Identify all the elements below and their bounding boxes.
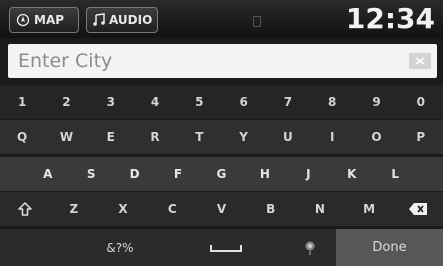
city-search-input[interactable]	[8, 44, 437, 78]
voice-key[interactable]	[284, 229, 336, 266]
key-9[interactable]: 9	[354, 85, 398, 119]
function-row: &?% Done	[0, 229, 443, 266]
key-l[interactable]: L	[374, 157, 417, 191]
clear-input-button[interactable]	[409, 53, 431, 69]
key-n[interactable]: N	[295, 192, 344, 226]
key-m[interactable]: M	[345, 192, 394, 226]
key-7[interactable]: 7	[266, 85, 310, 119]
music-note-icon	[93, 13, 105, 27]
phone-status-icon	[253, 16, 261, 27]
key-a[interactable]: A	[26, 157, 69, 191]
map-button[interactable]: MAP	[9, 7, 79, 33]
key-y[interactable]: Y	[221, 120, 265, 154]
space-icon	[210, 244, 242, 252]
status-bar: MAP AUDIO 12:34	[0, 0, 443, 38]
space-key[interactable]	[168, 229, 284, 266]
key-8[interactable]: 8	[310, 85, 354, 119]
clock: 12:34	[345, 2, 435, 35]
done-button[interactable]: Done	[336, 229, 443, 266]
key-r[interactable]: R	[133, 120, 177, 154]
key-e[interactable]: E	[89, 120, 133, 154]
key-c[interactable]: C	[148, 192, 197, 226]
key-o[interactable]: O	[354, 120, 398, 154]
key-d[interactable]: D	[113, 157, 156, 191]
number-row: 1 2 3 4 5 6 7 8 9 0	[0, 85, 443, 119]
key-s[interactable]: S	[69, 157, 112, 191]
key-3[interactable]: 3	[89, 85, 133, 119]
key-q[interactable]: Q	[0, 120, 44, 154]
key-1[interactable]: 1	[0, 85, 44, 119]
key-z[interactable]: Z	[49, 192, 98, 226]
key-k[interactable]: K	[330, 157, 373, 191]
key-i[interactable]: I	[310, 120, 354, 154]
key-g[interactable]: G	[200, 157, 243, 191]
backspace-icon	[409, 203, 428, 215]
key-6[interactable]: 6	[221, 85, 265, 119]
shift-icon	[17, 202, 32, 216]
audio-label: AUDIO	[109, 13, 153, 27]
key-w[interactable]: W	[44, 120, 88, 154]
key-5[interactable]: 5	[177, 85, 221, 119]
key-2[interactable]: 2	[44, 85, 88, 119]
key-x[interactable]: X	[98, 192, 147, 226]
key-v[interactable]: V	[197, 192, 246, 226]
key-t[interactable]: T	[177, 120, 221, 154]
key-0[interactable]: 0	[399, 85, 443, 119]
onscreen-keyboard: 1 2 3 4 5 6 7 8 9 0 Q W E R T Y U I O P …	[0, 85, 443, 266]
symbols-key[interactable]: &?%	[72, 229, 168, 266]
key-u[interactable]: U	[266, 120, 310, 154]
key-f[interactable]: F	[156, 157, 199, 191]
key-4[interactable]: 4	[133, 85, 177, 119]
backspace-key[interactable]	[394, 192, 443, 226]
compass-icon	[16, 13, 30, 27]
shift-key[interactable]	[0, 192, 49, 226]
key-j[interactable]: J	[287, 157, 330, 191]
voice-icon	[305, 241, 315, 255]
home-row: A S D F G H J K L	[0, 157, 443, 191]
keyboard-mode-key[interactable]	[0, 229, 72, 266]
audio-button[interactable]: AUDIO	[86, 7, 158, 33]
key-b[interactable]: B	[246, 192, 295, 226]
map-label: MAP	[34, 13, 65, 27]
bottom-letter-row: Z X C V B N M	[0, 192, 443, 226]
key-p[interactable]: P	[399, 120, 443, 154]
key-h[interactable]: H	[243, 157, 286, 191]
qwerty-row: Q W E R T Y U I O P	[0, 120, 443, 154]
